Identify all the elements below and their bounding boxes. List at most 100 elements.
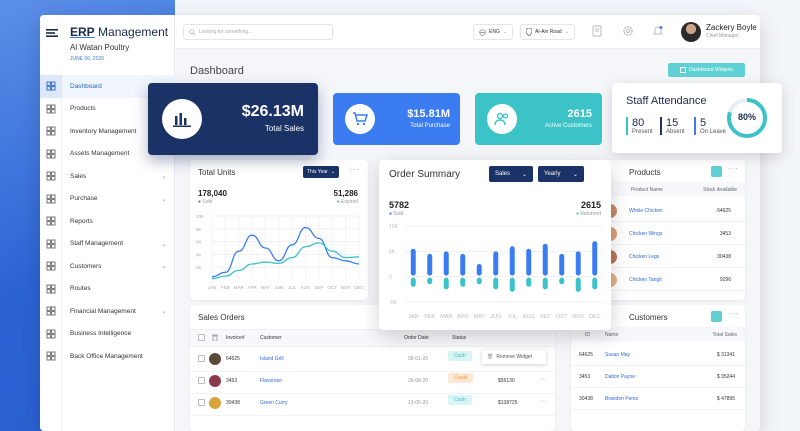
language-select[interactable]: ENG ⌄ bbox=[473, 24, 514, 40]
customer-link[interactable]: Flavoroso bbox=[260, 378, 282, 384]
brand-block: ERP Management Al Watan Poultry JUNE 06,… bbox=[40, 15, 174, 75]
list-item[interactable]: 30438 Brandon Perez $ 47895 bbox=[571, 389, 745, 410]
bar-sold bbox=[526, 248, 532, 276]
sidebar-item-label: Reports bbox=[70, 217, 93, 225]
customer-link[interactable]: Island Grill bbox=[260, 356, 284, 362]
remove-widget-menu[interactable]: 🗑 Remove Widget bbox=[482, 350, 546, 364]
attendance-percent: 80% bbox=[737, 112, 756, 122]
order-summary-title: Order Summary bbox=[389, 169, 461, 180]
brand-title: ERP Management bbox=[70, 25, 174, 39]
type-dropdown[interactable]: Sales ⌄ bbox=[489, 166, 533, 182]
customer-sales: $ 31341 bbox=[716, 352, 735, 358]
bell-icon[interactable] bbox=[652, 25, 664, 37]
row-checkbox[interactable] bbox=[198, 355, 205, 364]
sold-label: Sold bbox=[202, 199, 213, 205]
search-placeholder: Looking for something... bbox=[199, 29, 253, 35]
staff-attendance-card: Staff Attendance 80 Present 15 Absent 5 … bbox=[612, 83, 782, 153]
gear-icon[interactable] bbox=[622, 25, 634, 37]
x-tick-label: AUG bbox=[301, 285, 311, 290]
y-tick-label: 5K bbox=[389, 249, 396, 255]
bar-sold bbox=[592, 241, 598, 276]
location-select[interactable]: Al-Ain Road ⌄ bbox=[520, 24, 575, 40]
x-tick-label: MAR bbox=[234, 285, 245, 290]
trash-icon[interactable] bbox=[212, 334, 218, 341]
document-icon[interactable] bbox=[591, 25, 603, 37]
product-name: Chicken Wings bbox=[629, 230, 663, 237]
chevron-down-icon: ⌄ bbox=[161, 240, 167, 248]
order-returned-total: 2615 bbox=[580, 200, 601, 210]
select-all-checkbox[interactable] bbox=[198, 334, 205, 341]
customer-link[interactable]: Green Curry bbox=[260, 400, 288, 406]
chevron-down-icon: ⌄ bbox=[521, 171, 527, 178]
chart-icon bbox=[40, 210, 62, 233]
sidebar-item-staff-management[interactable]: Staff Management ⌄ bbox=[40, 233, 175, 256]
sidebar-item-business-intelligence[interactable]: Business Intelligence bbox=[40, 323, 175, 346]
avatar[interactable] bbox=[681, 22, 701, 42]
sidebar-item-routes[interactable]: Routes bbox=[40, 278, 175, 301]
dashboard-widgets-label: Dashboard Widgets bbox=[689, 67, 733, 73]
active-customers-value: 2615 bbox=[567, 108, 592, 120]
col-id: ID bbox=[585, 332, 590, 338]
bar-sold bbox=[427, 253, 433, 276]
range-dropdown[interactable]: Yearly ⌄ bbox=[538, 166, 584, 182]
sidebar-item-purchase[interactable]: Purchase ⌄ bbox=[40, 188, 175, 211]
x-tick-label: JUL bbox=[288, 285, 296, 290]
more-options-icon[interactable]: ··· bbox=[349, 165, 360, 174]
bar-returned bbox=[476, 277, 482, 285]
expired-label: Expired bbox=[341, 199, 358, 205]
menu-icon[interactable] bbox=[46, 29, 58, 37]
language-label: ENG bbox=[489, 29, 500, 35]
customer-name: Dalton Payne bbox=[605, 374, 636, 380]
col-status[interactable]: Status bbox=[452, 335, 466, 341]
product-name: Chicken Legs bbox=[629, 253, 660, 260]
row-thumbnail bbox=[209, 353, 221, 367]
row-thumbnail bbox=[209, 397, 221, 411]
total-purchase-value: $15.81M bbox=[407, 108, 450, 120]
x-tick-label: JAN bbox=[208, 285, 217, 290]
chevron-down-icon: ⌄ bbox=[330, 169, 336, 175]
row-checkbox[interactable] bbox=[198, 377, 205, 386]
bar-sold bbox=[542, 243, 548, 276]
expand-icon[interactable] bbox=[711, 311, 722, 322]
col-order-date[interactable]: Order Date bbox=[404, 335, 429, 341]
col-customer[interactable]: Customer bbox=[260, 335, 282, 341]
leave-stat: 5 On Leave bbox=[694, 117, 726, 135]
active-customers-card: 2615 Active Customers bbox=[475, 93, 602, 145]
finance-icon bbox=[40, 300, 62, 323]
sidebar-item-label: Financial Management bbox=[70, 307, 136, 315]
period-label: This Year bbox=[307, 169, 328, 175]
bar-sold bbox=[476, 264, 482, 276]
x-tick-label: MAY bbox=[473, 314, 485, 320]
bar-returned bbox=[526, 277, 532, 287]
sidebar-item-sales[interactable]: Sales ⌄ bbox=[40, 165, 175, 188]
col-invoice[interactable]: Invoice# bbox=[226, 335, 245, 341]
list-item[interactable]: 3453 Dalton Payne $ 35244 bbox=[571, 367, 745, 388]
more-options-icon[interactable]: ··· bbox=[728, 309, 739, 318]
sidebar-item-financial-management[interactable]: Financial Management ⌄ bbox=[40, 300, 175, 323]
customer-name: Susan May bbox=[605, 352, 631, 358]
more-options-icon[interactable]: ··· bbox=[728, 164, 739, 173]
absent-stat: 15 Absent bbox=[660, 117, 685, 135]
bar-returned bbox=[493, 277, 499, 290]
row-more-icon[interactable]: ··· bbox=[540, 376, 547, 383]
y-tick-label: 10K bbox=[196, 214, 204, 219]
search-input[interactable]: Looking for something... bbox=[183, 24, 333, 40]
col-product-name: Product Name bbox=[631, 187, 663, 193]
dashboard-widgets-button[interactable]: Dashboard Widgets bbox=[668, 63, 745, 77]
period-dropdown[interactable]: This Year ⌄ bbox=[303, 166, 340, 178]
sidebar-item-customers[interactable]: Customers ⌄ bbox=[40, 255, 175, 278]
x-tick-label: NOV bbox=[341, 285, 351, 290]
expand-icon[interactable] bbox=[711, 166, 722, 177]
list-item[interactable]: 64625 Susan May $ 31341 bbox=[571, 345, 745, 366]
x-tick-label: FEB bbox=[221, 285, 230, 290]
sidebar-item-label: Business Intelligence bbox=[70, 330, 132, 338]
sidebar-item-reports[interactable]: Reports bbox=[40, 210, 175, 233]
order-sold-total: 5782 bbox=[389, 200, 410, 210]
bar-sold bbox=[443, 251, 449, 276]
order-date: 13-05-20 bbox=[408, 400, 429, 406]
row-more-icon[interactable]: ··· bbox=[540, 398, 547, 405]
bar-sold bbox=[460, 253, 466, 276]
row-checkbox[interactable] bbox=[198, 399, 205, 408]
order-returned-label: Returned bbox=[580, 211, 601, 217]
sidebar-item-back-office-management[interactable]: Back Office Management bbox=[40, 345, 175, 368]
